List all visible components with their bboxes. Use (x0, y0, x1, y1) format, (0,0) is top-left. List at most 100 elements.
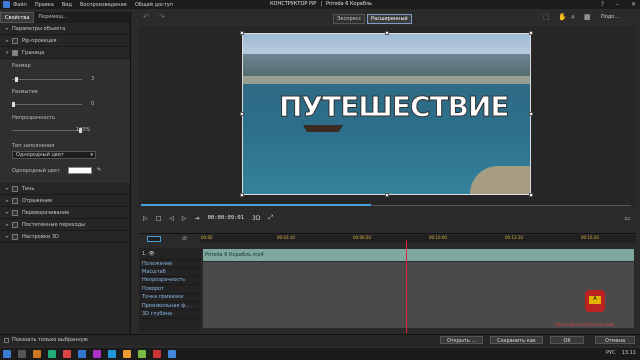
section-fades[interactable]: ▸ Постепенные переходы (0, 219, 130, 231)
resize-handle-tc[interactable] (385, 31, 389, 35)
track-anchor[interactable]: Точка привязки (139, 294, 201, 302)
pip-projection-checkbox[interactable] (12, 37, 18, 44)
fades-checkbox[interactable] (12, 221, 18, 228)
border-color-swatch[interactable] (68, 167, 92, 174)
next-frame-icon[interactable]: ▷ (182, 215, 187, 222)
stop-icon[interactable]: □ (156, 215, 162, 222)
time-ruler[interactable]: 00:00 00:03:10 00:06:20 00:10:00 00:13:1… (201, 235, 636, 243)
taskbar-app-icon[interactable] (48, 350, 56, 358)
menu-item-view[interactable]: Вид (62, 2, 72, 8)
track-3d-depth[interactable]: 3D глубина (139, 310, 201, 319)
playhead[interactable] (405, 240, 407, 333)
section-pip-projection[interactable]: ▸ Pip-проекция (0, 35, 130, 47)
flip-checkbox[interactable] (12, 209, 18, 216)
select-tool-icon[interactable]: ⬚ (543, 13, 550, 21)
reflection-checkbox[interactable] (12, 197, 18, 204)
minimize-icon[interactable]: – (616, 1, 619, 8)
taskbar (0, 348, 640, 360)
ok-button[interactable]: OK (550, 336, 584, 344)
tab-motion[interactable]: Перемещ... (34, 12, 71, 23)
taskbar-app-icon[interactable] (33, 350, 41, 358)
menu-item-playback[interactable]: Воспроизведение (80, 2, 127, 8)
hand-tool-icon[interactable]: ✋ (558, 13, 567, 21)
blur-slider-knob[interactable] (12, 102, 15, 107)
section-border[interactable]: ▾ Граница (0, 47, 130, 59)
track-header[interactable]: 1. 👁 (139, 248, 201, 260)
taskbar-app-icon[interactable] (138, 350, 146, 358)
no-entry-icon[interactable]: ⊘ (182, 235, 187, 242)
border-checkbox[interactable] (12, 49, 18, 56)
track-rotation[interactable]: Поворот (139, 285, 201, 294)
taskbar-search-icon[interactable] (18, 350, 26, 358)
resize-handle-ml[interactable] (240, 112, 244, 116)
resize-handle-tl[interactable] (240, 31, 244, 35)
track-opacity[interactable]: Непрозрачность (139, 277, 201, 286)
resize-handle-bc[interactable] (385, 193, 389, 197)
open-button[interactable]: Открыть ... (440, 336, 484, 344)
section-shadow[interactable]: ▸ Тень (0, 183, 130, 195)
taskbar-app-icon[interactable] (63, 350, 71, 358)
resize-handle-bl[interactable] (240, 193, 244, 197)
resize-handle-mr[interactable] (529, 112, 533, 116)
ruler-tick-3: 00:10:00 (429, 235, 447, 240)
section-3d-settings[interactable]: ▸ Настройки 3D (0, 231, 130, 243)
cancel-button[interactable]: Отмена (595, 336, 635, 344)
video-preview[interactable]: ПУТЕШЕСТВИЕ (242, 33, 531, 195)
zoom-select[interactable]: Подо... (601, 14, 619, 20)
taskbar-app-icon[interactable] (93, 350, 101, 358)
3d-settings-checkbox[interactable] (12, 233, 18, 240)
3d-toggle[interactable]: 3D (252, 215, 260, 222)
track-scale[interactable]: Масштаб (139, 268, 201, 277)
title-bar: Файл Правка Вид Воспроизведение Общий до… (0, 0, 640, 9)
mode-express[interactable]: Экспресс (333, 14, 366, 24)
menu-item-share[interactable]: Общий доступ (135, 2, 173, 8)
resize-handle-br[interactable] (529, 193, 533, 197)
keyframe-tracks[interactable] (203, 262, 634, 328)
fullscreen-icon[interactable]: ⤢ (268, 214, 273, 222)
screen-icon[interactable]: ▭ (624, 215, 630, 222)
menu-item-file[interactable]: Файл (13, 2, 27, 8)
taskbar-app-icon[interactable] (168, 350, 176, 358)
play-icon[interactable]: ▷ (143, 215, 148, 222)
help-icon[interactable]: ? (601, 1, 604, 8)
clock[interactable]: 13:11 (622, 350, 636, 356)
status-bar: Показать только выбранную (0, 334, 640, 346)
undo-icon[interactable]: ↶ (143, 13, 149, 21)
save-as-button[interactable]: Сохранить как (490, 336, 543, 344)
fill-type-select[interactable]: Однородный цвет ▾ (12, 151, 96, 159)
taskbar-app-icon[interactable] (123, 350, 131, 358)
close-icon[interactable]: ✕ (631, 1, 636, 8)
taskbar-app-icon[interactable] (153, 350, 161, 358)
zoom-tool-icon[interactable]: ⌕ (571, 13, 575, 22)
menu-item-edit[interactable]: Правка (35, 2, 54, 8)
language-indicator[interactable]: РУС (606, 350, 616, 356)
tab-properties[interactable]: Свойства (0, 12, 35, 23)
opacity-slider[interactable] (12, 128, 82, 133)
ruler-tick-2: 00:06:20 (353, 235, 371, 240)
blur-slider[interactable] (12, 102, 82, 107)
show-selected-checkbox[interactable] (4, 338, 9, 343)
windows-start-icon[interactable] (3, 350, 11, 358)
preview-scrubber[interactable] (139, 201, 636, 209)
grid-icon[interactable]: ▦ (584, 13, 591, 21)
eye-icon[interactable]: 👁 (148, 251, 154, 257)
redo-icon[interactable]: ↷ (159, 13, 165, 21)
fast-forward-icon[interactable]: ⇥ (195, 215, 200, 222)
prev-frame-icon[interactable]: ◁ (169, 215, 174, 222)
section-flip[interactable]: ▸ Переворачивание (0, 207, 130, 219)
eyedropper-icon[interactable]: ✎ (97, 167, 101, 173)
section-reflection[interactable]: ▸ Отражение (0, 195, 130, 207)
resize-handle-tr[interactable] (529, 31, 533, 35)
size-slider-knob[interactable] (15, 77, 19, 82)
mode-advanced[interactable]: Расширенный (367, 14, 412, 24)
shadow-checkbox[interactable] (12, 185, 18, 192)
taskbar-app-icon[interactable] (78, 350, 86, 358)
timeline-zoom-box[interactable] (147, 236, 161, 242)
track-position[interactable]: Положение (139, 260, 201, 269)
track-freeform[interactable]: Произвольная ф... (139, 302, 201, 311)
taskbar-app-icon[interactable] (108, 350, 116, 358)
size-slider[interactable] (12, 77, 82, 82)
video-clip[interactable]: Priroda 6 Корабль.mp4 (203, 249, 634, 261)
overlay-title[interactable]: ПУТЕШЕСТВИЕ (279, 90, 511, 124)
section-object-settings[interactable]: ▸ Параметры объекта (0, 23, 130, 35)
